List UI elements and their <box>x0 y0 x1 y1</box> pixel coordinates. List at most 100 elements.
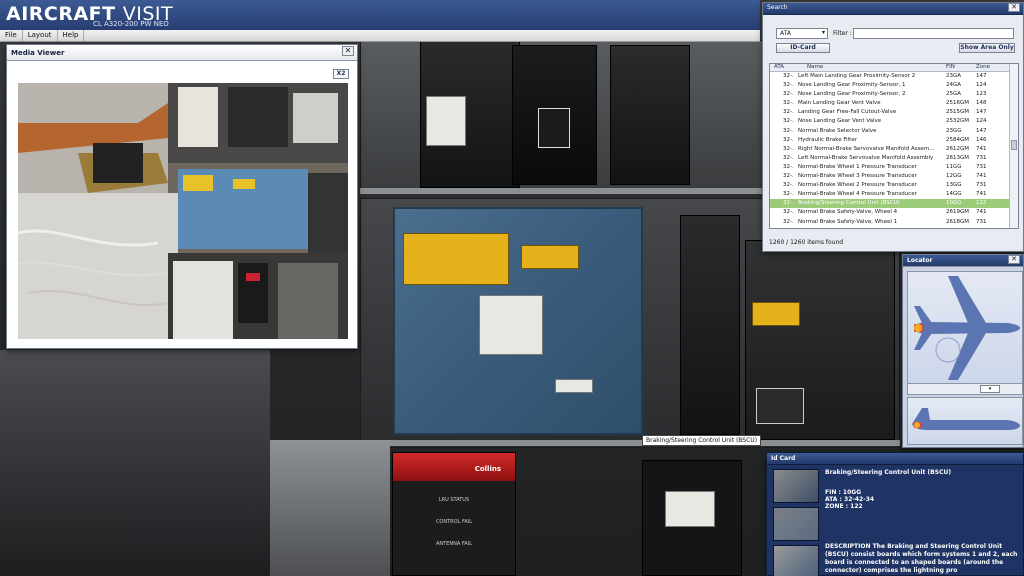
id-card-thumbnail[interactable] <box>773 507 819 541</box>
zoom-x2-button[interactable]: X2 <box>333 69 349 79</box>
cell-zone: 741 <box>976 191 987 198</box>
box-label <box>665 491 715 527</box>
column-header-fin[interactable]: FIN <box>942 64 974 71</box>
locator-top-view[interactable] <box>907 271 1023 385</box>
cell-name: Hydraulic Brake Filter <box>798 136 857 143</box>
column-header-name[interactable]: Name <box>803 64 942 71</box>
table-row[interactable]: 32-... Main Landing Gear Vent Valve 2516GM… <box>770 99 1018 108</box>
close-icon[interactable]: ✕ <box>1008 255 1020 264</box>
unit-small-label <box>555 379 593 393</box>
cell-name: Normal-Brake Wheel 3 Pressure Transducer <box>798 173 917 180</box>
cell-ata: 32-... <box>783 163 794 170</box>
esd-warning-sticker <box>521 245 579 269</box>
cell-ata: 32-... <box>783 191 794 198</box>
cell-zone: 124 <box>976 118 987 125</box>
results-rows: 32-... Left Main Landing Gear Proximity-S… <box>770 72 1018 227</box>
collins-unit: Collins LRU STATUS CONTROL FAIL ANTENNA … <box>392 452 516 576</box>
cell-ata: 32-... <box>783 173 794 180</box>
locator-slider[interactable]: ▾ <box>907 383 1023 395</box>
cell-fin: 23GG <box>946 127 962 134</box>
id-card-thumbnail[interactable] <box>773 545 819 576</box>
menu-bar: File Layout Help <box>0 30 760 42</box>
close-icon[interactable]: ✕ <box>1008 3 1020 12</box>
cell-zone: 741 <box>976 173 987 180</box>
cell-fin: 10GG <box>946 200 962 207</box>
avionics-box <box>680 215 740 435</box>
id-card-thumbnail[interactable] <box>773 469 819 503</box>
menu-help[interactable]: Help <box>58 30 85 41</box>
table-row[interactable]: 32-... Landing Gear Free-Fall Cutout-Valv… <box>770 108 1018 117</box>
cell-name: Nose Landing Gear Proximity-Sensor, 2 <box>798 91 906 98</box>
id-card-title: Id Card <box>771 455 796 462</box>
cell-fin: 2618GM <box>946 218 970 225</box>
table-row[interactable]: 32-... Nose Landing Gear Proximity-Sensor… <box>770 90 1018 99</box>
table-row[interactable]: 32-... Normal-Brake Wheel 3 Pressure Tran… <box>770 172 1018 181</box>
cell-zone: 147 <box>976 127 987 134</box>
table-row[interactable]: 32-... Normal Brake Selector Valve 23GG 147 <box>770 127 1018 136</box>
avionics-box <box>610 45 690 185</box>
menu-layout[interactable]: Layout <box>23 30 58 41</box>
locator-title: Locator <box>907 257 933 264</box>
table-row[interactable]: 32-... Normal Brake Safety-Valve, Wheel 4… <box>770 208 1018 217</box>
id-card-button[interactable]: ID-Card <box>776 43 830 53</box>
table-row[interactable]: 32-... Nose Landing Gear Proximity-Sensor… <box>770 81 1018 90</box>
bscu-unit[interactable] <box>393 207 643 435</box>
cell-ata: 32-... <box>783 91 794 98</box>
attention-sticker <box>752 302 800 326</box>
cell-fin: 2619GM <box>946 209 970 216</box>
filter-input[interactable] <box>853 28 1014 39</box>
column-header-zone[interactable]: Zone <box>974 64 1004 71</box>
cell-ata: 32-... <box>783 82 794 89</box>
table-row[interactable]: 32-... Normal-Brake Wheel 1 Pressure Tran… <box>770 163 1018 172</box>
results-scrollbar[interactable] <box>1009 64 1018 228</box>
close-icon[interactable]: ✕ <box>342 46 354 56</box>
locator-side-view[interactable] <box>907 397 1023 445</box>
cell-ata: 32-... <box>783 182 794 189</box>
column-header-ata[interactable]: ATA <box>770 64 803 71</box>
menu-file[interactable]: File <box>0 30 23 41</box>
cell-name: Normal Brake Safety-Valve, Wheel 4 <box>798 209 898 216</box>
antenna-fail-label: ANTENNA FAIL <box>436 541 472 547</box>
door-warning-sticker <box>403 233 509 285</box>
chevron-down-icon[interactable]: ▾ <box>980 385 1000 393</box>
chevron-down-icon: ▾ <box>821 29 825 36</box>
search-title-bar[interactable]: Search ✕ <box>763 3 1023 15</box>
cell-zone: 124 <box>976 82 987 89</box>
collins-brand: Collins <box>393 453 515 481</box>
cell-fin: 12GG <box>946 173 962 180</box>
photo-image <box>18 83 348 339</box>
lru-status-label: LRU STATUS <box>438 497 470 503</box>
media-viewer-title-bar[interactable]: Media Viewer ✕ <box>7 45 357 61</box>
show-area-only-button[interactable]: Show Area Only <box>959 43 1015 53</box>
table-row[interactable]: 32-... Normal-Brake Wheel 4 Pressure Tran… <box>770 190 1018 199</box>
table-row[interactable]: 32-... Right Normal-Brake Servovalve Mani… <box>770 145 1018 154</box>
results-count: 1260 / 1260 items found <box>769 239 844 246</box>
cell-name: Landing Gear Free-Fall Cutout-Valve <box>798 109 897 116</box>
id-card-title-bar[interactable]: Id Card <box>767 453 1023 465</box>
cell-name: Right Normal-Brake Servovalve Manifold A… <box>798 145 935 152</box>
category-select[interactable]: ATA ▾ <box>776 28 828 39</box>
cell-fin: 2613GM <box>946 154 970 161</box>
table-row[interactable]: 32-... Normal Brake Safety-Valve, Wheel 1… <box>770 218 1018 227</box>
table-row[interactable]: 32-... Left Normal-Brake Servovalve Manif… <box>770 154 1018 163</box>
search-window: Search ✕ ATA ▾ Filter : ID-Card Show Are… <box>762 2 1024 252</box>
table-row[interactable]: 32-... Hydraulic Brake Filter 2584GM 146 <box>770 136 1018 145</box>
table-row[interactable]: 32-... Left Main Landing Gear Proximity-S… <box>770 72 1018 81</box>
cell-zone: 147 <box>976 109 987 116</box>
unit-nameplate <box>479 295 543 355</box>
table-row[interactable]: 32-... Braking/Steering Control Unit (BSC… <box>770 199 1018 209</box>
media-viewer-title: Media Viewer <box>11 49 65 57</box>
cell-zone: 147 <box>976 73 987 79</box>
scroll-thumb[interactable] <box>1011 140 1017 150</box>
app-subtitle: CL A320-200 PW NEO <box>93 20 169 28</box>
table-row[interactable]: 32-... Nose Landing Gear Vent Valve 2532GM… <box>770 117 1018 126</box>
cell-name: Left Main Landing Gear Proximity-Sensor … <box>798 73 916 79</box>
cell-zone: 731 <box>976 154 987 161</box>
table-row[interactable]: 32-... Normal-Brake Wheel 2 Pressure Tran… <box>770 181 1018 190</box>
results-header: ATA Name FIN Zone <box>770 64 1018 72</box>
locator-title-bar[interactable]: Locator ✕ <box>903 255 1023 267</box>
cell-ata: 32-... <box>783 154 794 161</box>
cell-name: Main Landing Gear Vent Valve <box>798 100 881 107</box>
search-title: Search <box>767 4 788 11</box>
cell-ata: 32-... <box>783 145 794 152</box>
